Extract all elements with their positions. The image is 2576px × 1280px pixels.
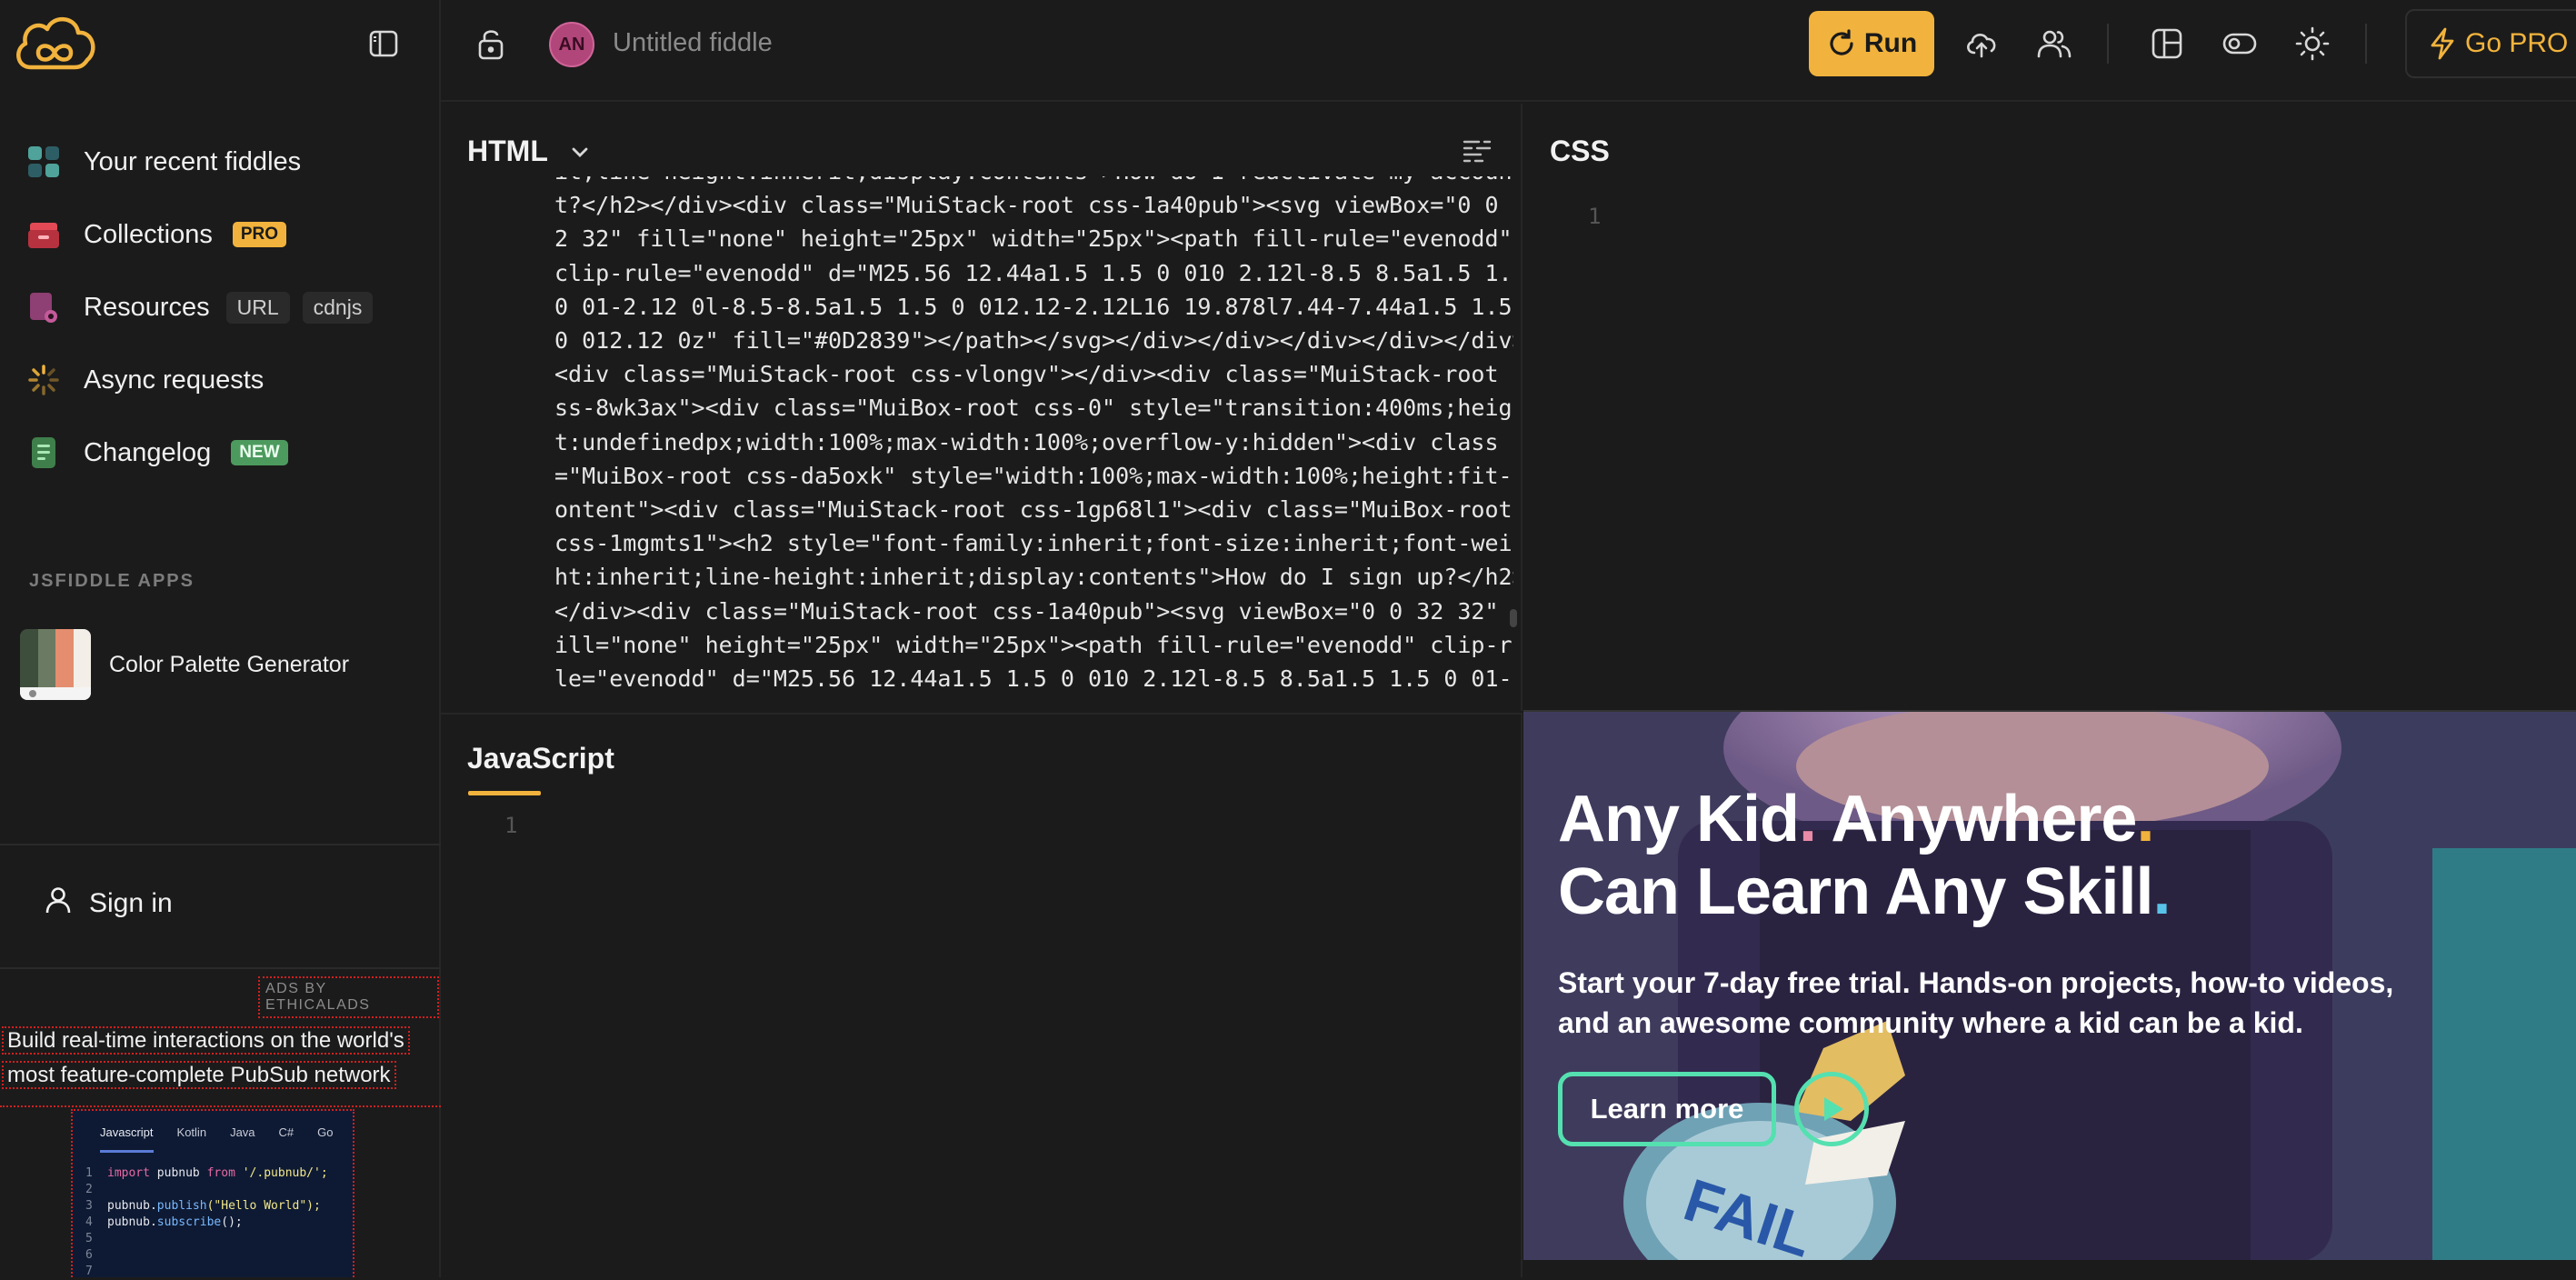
run-button[interactable]: Run [1809,11,1934,76]
code-line: 0 012.12 0z" fill="#0D2839"></path></svg… [554,327,1513,355]
code-line: ontent"><div class="MuiStack-root css-1g… [554,496,1513,524]
cloud-upload-icon[interactable] [1962,24,2002,64]
line-number: 1 [1588,204,1602,229]
layout-icon[interactable] [2147,24,2187,64]
lock-icon[interactable] [473,25,509,66]
ad-line: most feature-complete PubSub network [2,1061,396,1089]
code-line: <div class="MuiStack-root css-vlongv"></… [554,361,1513,388]
ad-divider [0,1105,441,1107]
learn-more-button[interactable]: Learn more [1558,1072,1776,1146]
code-line: t:undefinedpx;width:100%;max-width:100%;… [554,428,1499,455]
toolbar-divider [2365,24,2367,64]
html-editor-panel: HTML it;line-height:inherit;display:cont… [441,104,1523,711]
sidebar-item-resources[interactable]: Resources URL cdnjs [25,280,374,335]
user-icon [44,885,73,922]
code-line: 0 01-2.12 0l-8.5-8.5a1.5 1.5 0 012.12-2.… [554,293,1513,320]
chevron-down-icon[interactable] [564,136,595,172]
code-line: </div><div class="MuiStack-root css-1a40… [554,597,1513,625]
apps-heading: JSFIDDLE APPS [29,571,195,591]
sidebar-toggle-icon[interactable] [364,25,404,62]
ad-tab: Kotlin [176,1125,207,1139]
ad-line: Build real-time interactions on the worl… [2,1026,410,1055]
new-badge: NEW [231,440,288,465]
sign-in-label: Sign in [89,888,173,918]
avatar[interactable]: AN [549,22,594,67]
sidebar-item-label: Collections [84,219,213,249]
grid-icon [25,144,62,180]
go-pro-button[interactable]: Go PRO [2405,9,2576,78]
play-button[interactable] [1794,1072,1869,1146]
code-line: t?</h2></div><div class="MuiStack-root c… [554,192,1513,219]
html-code-editor[interactable]: it;line-height:inherit;display:contents"… [554,176,1513,711]
sidebar-item-label: Async requests [84,365,265,395]
sidebar-item-recent-fiddles[interactable]: Your recent fiddles [25,135,301,189]
divider [0,844,441,845]
toggle-icon[interactable] [2220,24,2260,64]
go-pro-label: Go PRO [2465,28,2569,58]
run-label: Run [1863,28,1918,58]
video-ad-headline: Any Kid. Anywhere. Can Learn Any Skill. [1558,783,2172,928]
active-tab-underline [468,791,541,795]
code-line: ht:inherit;line-height:inherit;display:c… [554,564,1513,591]
ad-code-tabs: Javascript Kotlin Java C# Go [73,1111,353,1153]
video-ad-subtitle: Start your 7-day free trial. Hands-on pr… [1558,966,2394,1039]
code-line: it;line-height:inherit;display:contents"… [554,176,1513,188]
spinner-icon [25,362,62,398]
refresh-icon [1830,29,1853,55]
bottom-strip [1523,1260,2576,1277]
scrollbar-thumb[interactable] [1510,609,1517,627]
app-color-palette-generator[interactable]: Color Palette Generator [20,629,349,700]
format-code-icon[interactable] [1461,135,1493,172]
code-line: clip-rule="evenodd" d="M25.56 12.44a1.5 … [554,259,1513,286]
cdnjs-chip[interactable]: cdnjs [302,291,374,324]
theme-sun-icon[interactable] [2292,24,2332,64]
css-editor-panel: CSS 1 [1524,104,2576,711]
color-palette-thumbnail [20,629,91,700]
collaborate-users-icon[interactable] [2034,24,2074,64]
collections-box-icon [25,216,62,253]
resources-file-icon [25,289,62,325]
css-panel-title: CSS [1550,135,1610,167]
ad-tab: Javascript [100,1125,154,1153]
ad-tab: Java [230,1125,255,1139]
changelog-doc-icon [25,435,62,471]
sidebar-item-async-requests[interactable]: Async requests [25,353,264,407]
sidebar-ad-image[interactable]: Javascript Kotlin Java C# Go 1 import pub… [71,1109,354,1278]
sidebar-item-label: Resources [84,292,210,322]
code-line: 2 32" fill="none" height="25px" width="2… [554,225,1513,253]
sidebar-item-changelog[interactable]: Changelog NEW [25,425,288,480]
toolbar-divider [2107,24,2109,64]
code-line: ill="none" height="25px" width="25px"><p… [554,631,1513,658]
ad-code-sample: 1 import pubnub from '/.pubnub/'; 2 3 pubn… [85,1166,328,1278]
code-line: le="evenodd" d="M25.56 12.44a1.5 1.5 0 0… [554,665,1513,693]
sidebar-item-label: Changelog [84,437,212,467]
divider [0,967,441,969]
sidebar-ad-text[interactable]: Build real-time interactions on the worl… [2,1024,414,1093]
fiddle-title[interactable]: Untitled fiddle [613,28,773,58]
pro-badge: PRO [232,222,287,247]
code-line: ss-8wk3ax"><div class="MuiBox-root css-0… [554,395,1513,422]
app-label: Color Palette Generator [109,651,350,677]
sidebar: Your recent fiddles Collections PRO Reso… [0,0,441,1278]
sidebar-item-label: Your recent fiddles [84,146,302,176]
javascript-editor-panel: JavaScript 1 [441,713,1523,1277]
code-line: ="MuiBox-root css-da5oxk" style="width:1… [554,462,1513,489]
ad-tab: C# [278,1125,295,1139]
lightning-icon [2431,27,2454,60]
url-chip[interactable]: URL [225,291,290,324]
ad-tab: Go [317,1125,334,1139]
code-line: css-1mgmts1"><h2 style="font-family:inhe… [554,530,1513,557]
sidebar-item-collections[interactable]: Collections PRO [25,207,287,262]
sign-in-button[interactable]: Sign in [44,885,173,922]
play-icon [1824,1097,1843,1121]
jsfiddle-logo[interactable] [11,11,98,76]
line-number: 1 [504,813,518,838]
js-panel-title: JavaScript [467,742,614,775]
ads-by-ethicalads-label[interactable]: ADS BY ETHICALADS [258,976,439,1018]
html-panel-title: HTML [467,135,548,167]
video-ad[interactable]: FAIL Any Kid. Anywhere. Can Learn Any Sk… [1523,710,2576,1260]
